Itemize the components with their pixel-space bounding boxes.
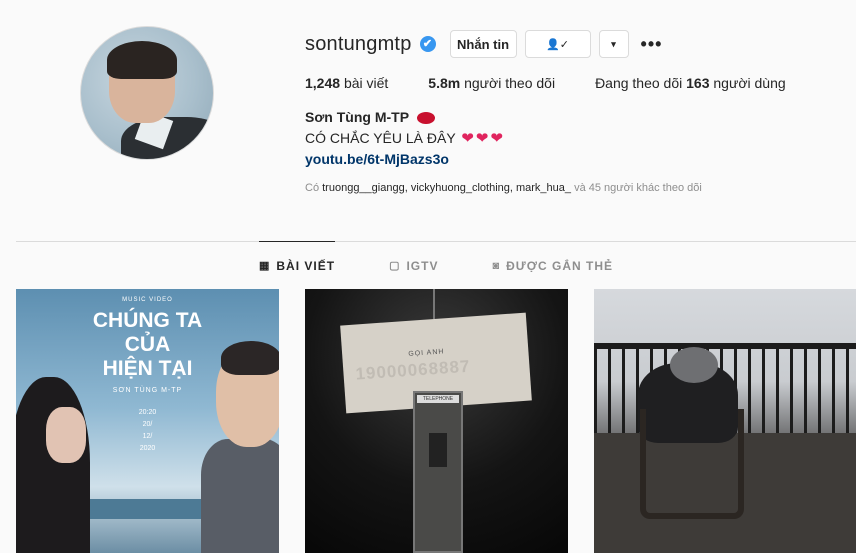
profile-bio: Sơn Tùng M-TP CÓ CHẮC YÊU LÀ ĐÂY ❤ ❤ ❤ you… [305,107,845,170]
poster-date-line: 20:20 [138,409,157,416]
tag-icon: ◙ [492,259,501,272]
person-hat [670,347,718,383]
followed-by-names: truongg__giangg, vickyhuong_clothing, ma… [322,182,572,194]
following-stat[interactable]: Đang theo dõi 163 người dùng [595,75,786,91]
followers-label: người theo dõi [464,75,556,91]
more-options-icon[interactable]: ••• [641,34,663,55]
followers-stat[interactable]: 5.8m người theo dõi [428,75,555,91]
sign-number: 19000068887 [354,356,471,384]
profile-actions-row: sontungmtp ✔ Nhắn tin 👤✓ ▾ ••• [305,30,845,58]
following-person-check-icon: 👤✓ [546,38,569,51]
posts-count: 1,248 [305,75,341,91]
poster-caption: MUSIC VIDEO [122,297,173,303]
poster-date-line: 12/ [142,433,153,440]
post-tile[interactable]: GỌI ANH 19000068887 TELEPHONE [305,289,568,553]
poster-girl-hair [16,377,90,553]
following-count: 163 [686,75,710,91]
chevron-down-icon: ▾ [611,38,616,49]
heart-emoji-icon: ❤ [461,130,474,147]
followers-count: 5.8m [428,75,461,91]
post-tile[interactable] [594,289,856,553]
poster-title: CHÚNG TA CỦA HIỆN TẠI [16,309,279,381]
telephone-icon [429,433,447,467]
poster-date-line: 20/ [142,421,153,428]
following-suffix: người dùng [713,75,786,91]
poster-boy-coat [201,439,279,553]
posts-stat: 1,248 bài viết [305,75,388,91]
posts-label: bài viết [343,75,389,91]
followed-by-prefix: Có [305,182,320,194]
profile-stats: 1,248 bài viết 5.8m người theo dõi Đang … [305,75,845,91]
hanging-light [433,289,435,319]
poster-artist: SƠN TÙNG M-TP [112,387,183,394]
following-prefix: Đang theo dõi [595,75,683,91]
verified-badge-icon: ✔ [419,36,436,52]
post-tile[interactable]: MUSIC VIDEO CHÚNG TA CỦA HIỆN TẠI SƠN TÙ… [16,289,279,553]
posts-grid: MUSIC VIDEO CHÚNG TA CỦA HIỆN TẠI SƠN TÙ… [16,289,856,553]
booth-label: TELEPHONE [417,395,459,403]
poster-title-line: HIỆN TẠI [102,357,193,380]
profile-header: sontungmtp ✔ Nhắn tin 👤✓ ▾ ••• 1,248 bài… [305,30,845,194]
bio-link[interactable]: youtu.be/6t-MjBazs3o [305,151,449,167]
heart-emoji-icon: ❤ [475,130,489,147]
lips-emoji-icon [416,112,435,125]
profile-username: sontungmtp [305,32,412,55]
telephone-booth: TELEPHONE [413,391,463,553]
avatar-figure-hair [107,41,177,79]
grid-icon: ▦ [258,260,271,272]
poster-date-line: 2020 [139,445,156,452]
balcony-rail-top [594,343,856,349]
profile-avatar[interactable] [80,26,214,160]
poster-date: 20:20 20/ 12/ 2020 [16,407,279,455]
followed-by-suffix: và 45 người khác theo dõi [574,182,702,194]
message-button[interactable]: Nhắn tin [449,30,517,58]
suggested-dropdown-button[interactable]: ▾ [598,30,629,58]
profile-full-name: Sơn Tùng M-TP [305,109,410,125]
sign-small-text: GỌI ANH [408,348,445,358]
tab-igtv[interactable]: ▢ IGTV [389,241,438,289]
poster-title-line: CHÚNG TA [92,309,203,332]
tab-posts[interactable]: ▦ BÀI VIẾT [258,241,336,289]
tab-igtv-label: IGTV [406,258,439,273]
profile-tabs: ▦ BÀI VIẾT ▢ IGTV ◙ ĐƯỢC GẮN THẺ [16,241,856,289]
poster-title-line: CỦA [124,333,171,356]
following-button[interactable]: 👤✓ [524,30,591,58]
tab-tagged-label: ĐƯỢC GẮN THẺ [506,258,613,273]
bio-text: CÓ CHẮC YÊU LÀ ĐÂY [305,130,456,146]
tab-posts-label: BÀI VIẾT [276,258,336,273]
igtv-icon: ▢ [389,260,401,272]
tab-tagged[interactable]: ◙ ĐƯỢC GẮN THẺ [492,241,613,289]
followed-by-text[interactable]: Có truongg__giangg, vickyhuong_clothing,… [305,182,845,194]
wooden-chair [640,409,744,519]
heart-emoji-icon: ❤ [490,130,504,147]
